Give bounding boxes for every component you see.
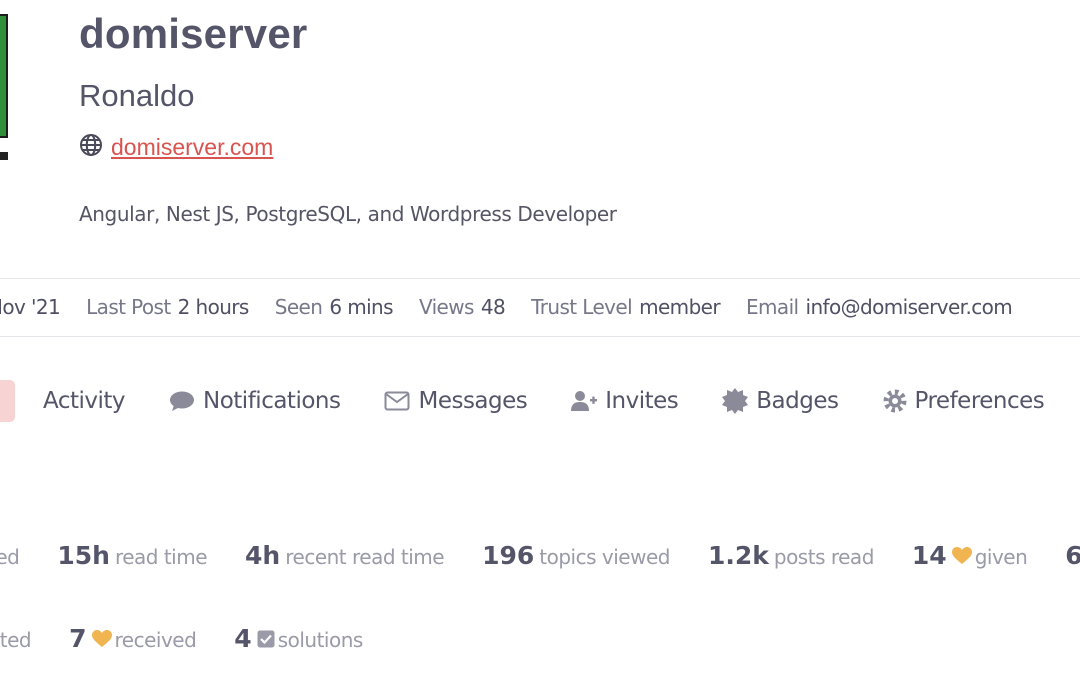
stat-number: 4h xyxy=(245,541,281,570)
badge-icon xyxy=(722,388,749,414)
website-link[interactable]: domiserver.com xyxy=(111,134,273,161)
tab-messages[interactable]: Messages xyxy=(384,388,528,414)
envelope-icon xyxy=(384,391,410,411)
website-row: domiserver.com xyxy=(79,133,273,162)
divider-bottom xyxy=(0,336,1080,337)
stat-label: topics viewed xyxy=(539,545,670,569)
meta-joined: Nov '21 xyxy=(0,295,61,319)
stat-label: recent read time xyxy=(285,545,445,569)
views-label: Views xyxy=(418,295,474,319)
tab-badges-label: Badges xyxy=(756,388,839,414)
stat-posts-read: 1.2k posts read xyxy=(708,541,874,570)
stat-number: 4 xyxy=(234,624,252,653)
user-bio: Angular, Nest JS, PostgreSQL, and Wordpr… xyxy=(79,202,617,226)
tab-invites[interactable]: Invites xyxy=(571,388,679,414)
stat-partial-label: ated xyxy=(0,628,32,652)
heart-icon xyxy=(91,629,112,648)
avatar[interactable] xyxy=(0,14,8,138)
heart-icon xyxy=(951,546,972,565)
meta-last-post: Last Post 2 hours xyxy=(86,295,249,319)
user-meta-row: Nov '21 Last Post 2 hours Seen6 mins View… xyxy=(0,295,1038,319)
stat-likes-given: 14 given xyxy=(911,541,1028,570)
stat-label: given xyxy=(974,545,1028,569)
stat-recent-read-time: 4h recent read time xyxy=(245,541,445,570)
stat-number: 7 xyxy=(69,624,87,653)
stat-partial-left: ted xyxy=(0,545,20,569)
stat-number: 14 xyxy=(911,541,947,570)
tab-summary-active[interactable] xyxy=(0,380,15,422)
stat-read-time: 15h read time xyxy=(57,541,207,570)
views-value: 48 xyxy=(480,295,506,319)
meta-seen: Seen 6 mins xyxy=(274,295,394,319)
tab-notifications-label: Notifications xyxy=(203,388,341,414)
stat-label: posts read xyxy=(773,545,875,569)
user-plus-icon xyxy=(571,390,598,412)
tab-notifications[interactable]: Notifications xyxy=(169,388,341,414)
full-name: Ronaldo xyxy=(79,78,195,113)
stat-number: 15h xyxy=(57,541,110,570)
meta-trust-level: Trust Level member xyxy=(531,295,721,319)
trust-level-value: member xyxy=(639,295,721,319)
speech-bubble-icon xyxy=(169,390,195,412)
stat-number: 1.2k xyxy=(707,541,769,570)
stat-likes-received: 7 received xyxy=(69,624,197,653)
last-post-label: Last Post xyxy=(86,295,171,319)
tab-preferences-label: Preferences xyxy=(914,388,1045,414)
stat-partial-label: ted xyxy=(0,545,20,569)
meta-views: Views 48 xyxy=(418,295,506,319)
stat-partial-left: ated xyxy=(0,628,32,652)
avatar-status-flair xyxy=(0,152,8,160)
profile-nav: Activity Notifications Messages Invites … xyxy=(43,388,1080,414)
email-label: Email xyxy=(746,295,799,319)
tab-activity-label: Activity xyxy=(43,388,126,414)
trust-level-label: Trust Level xyxy=(531,295,633,319)
email-value: info@domiserver.com xyxy=(805,295,1013,319)
tab-badges[interactable]: Badges xyxy=(722,388,839,414)
tab-activity[interactable]: Activity xyxy=(43,388,126,414)
last-post-value[interactable]: 2 hours xyxy=(178,295,250,319)
tab-preferences[interactable]: Preferences xyxy=(883,388,1045,414)
stat-label: read time xyxy=(114,545,208,569)
gear-icon xyxy=(883,389,907,413)
meta-email: Email info@domiserver.com xyxy=(746,295,1013,319)
tab-messages-label: Messages xyxy=(418,388,528,414)
seen-label: Seen xyxy=(274,295,323,319)
username-heading: domiserver xyxy=(79,10,308,57)
stats-row-1: ted 15h read time 4h recent read time 19… xyxy=(0,541,1080,570)
stat-solutions: 4 solutions xyxy=(234,624,363,653)
stat-label: solutions xyxy=(277,628,364,652)
checkbox-icon xyxy=(257,630,275,648)
tab-invites-label: Invites xyxy=(605,388,679,414)
stat-number: 6 xyxy=(1065,541,1080,570)
globe-icon xyxy=(79,133,103,162)
stat-partial-right: 6 to xyxy=(1065,541,1080,570)
stat-label: received xyxy=(114,628,197,652)
joined-value: Nov '21 xyxy=(0,295,61,319)
stats-row-2: ated 7 received 4 solutions xyxy=(0,624,401,653)
seen-value: 6 mins xyxy=(329,295,393,319)
stat-topics-viewed: 196 topics viewed xyxy=(482,541,670,570)
stat-number: 196 xyxy=(482,541,535,570)
divider-top xyxy=(0,278,1080,279)
